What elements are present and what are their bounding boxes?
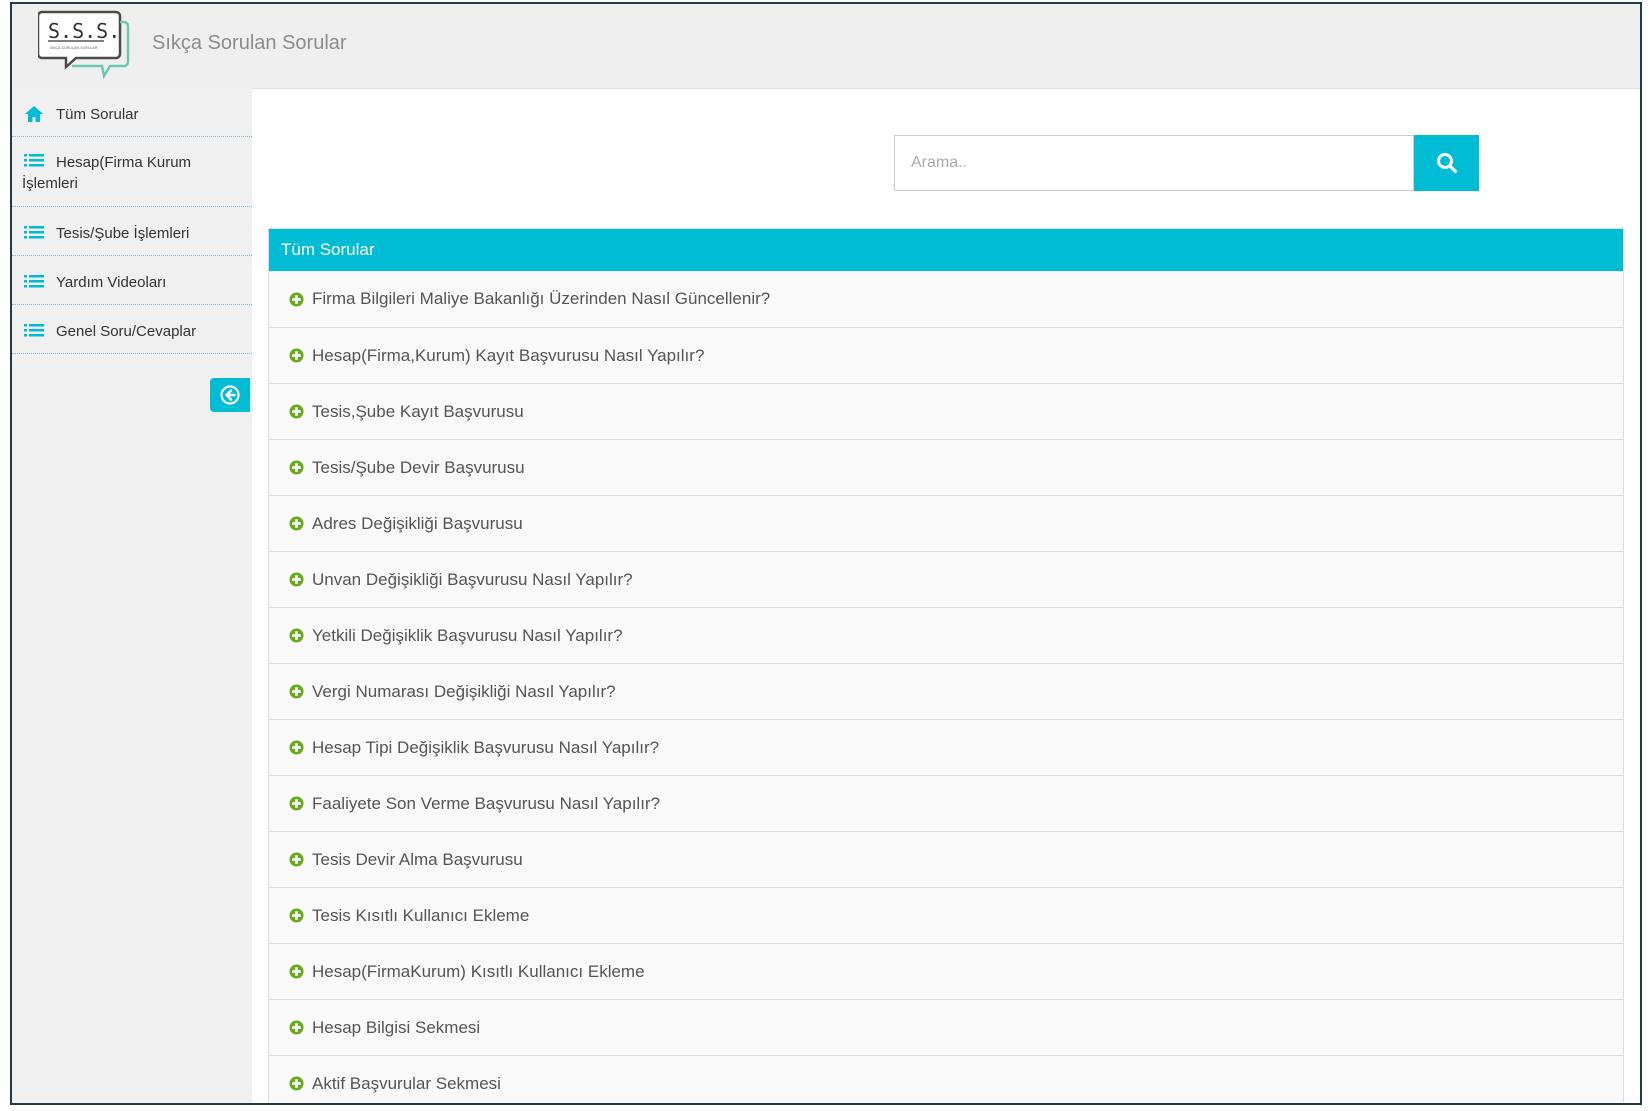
faq-item[interactable]: Faaliyete Son Verme Başvurusu Nasıl Yapı… <box>269 775 1623 831</box>
faq-question-text: Vergi Numarası Değişikliği Nasıl Yapılır… <box>312 681 616 701</box>
panel-title: Tüm Sorular <box>269 229 1623 271</box>
svg-text:SIKÇA SORULAN SORULAR: SIKÇA SORULAN SORULAR <box>50 46 98 50</box>
sidebar-item-label-line2: İşlemleri <box>22 175 78 192</box>
plus-circle-icon <box>289 572 304 587</box>
faq-question-text: Firma Bilgileri Maliye Bakanlığı Üzerind… <box>312 289 771 308</box>
sidebar-item-account-operations[interactable]: Hesap(Firma Kurum İşlemleri <box>12 137 252 207</box>
faq-question-text: Tesis,Şube Kayıt Başvurusu <box>312 401 524 421</box>
faq-item[interactable]: Hesap Tipi Değişiklik Başvurusu Nasıl Ya… <box>269 719 1623 775</box>
faq-item[interactable]: Tesis/Şube Devir Başvurusu <box>269 439 1623 495</box>
plus-circle-icon <box>289 1020 304 1035</box>
plus-circle-icon <box>289 1076 304 1091</box>
plus-circle-icon <box>289 628 304 643</box>
plus-circle-icon <box>289 404 304 419</box>
faq-item[interactable]: Tesis Devir Alma Başvurusu <box>269 831 1623 887</box>
plus-circle-icon <box>289 964 304 979</box>
faq-question-text: Hesap Bilgisi Sekmesi <box>312 1017 481 1037</box>
faq-question-text: Tesis Devir Alma Başvurusu <box>312 849 523 869</box>
list-icon <box>24 275 44 288</box>
faq-item[interactable]: Vergi Numarası Değişikliği Nasıl Yapılır… <box>269 663 1623 719</box>
sidebar-item-label: Genel Soru/Cevaplar <box>56 323 197 340</box>
faq-question-text: Unvan Değişikliği Başvurusu Nasıl Yapılı… <box>312 569 633 589</box>
faq-question-text: Adres Değişikliği Başvurusu <box>312 513 523 533</box>
sidebar-item-label: Tesis/Şube İşlemleri <box>56 225 190 242</box>
sidebar-item-help-videos[interactable]: Yardım Videoları <box>12 256 252 305</box>
search-icon <box>1436 153 1457 174</box>
plus-circle-icon <box>289 740 304 755</box>
list-icon <box>24 324 44 337</box>
sidebar-item-all-questions[interactable]: Tüm Sorular <box>12 88 252 137</box>
sidebar-item-facility-operations[interactable]: Tesis/Şube İşlemleri <box>12 207 252 256</box>
sidebar-item-label: Tüm Sorular <box>56 106 139 123</box>
sidebar: Tüm Sorular Hesap(Firma Kurum İşlemleri … <box>12 88 252 1103</box>
home-icon <box>25 106 43 122</box>
list-icon <box>24 154 44 167</box>
search-bar <box>894 135 1479 191</box>
faq-item[interactable]: Firma Bilgileri Maliye Bakanlığı Üzerind… <box>269 271 1623 327</box>
faq-panel: Tüm Sorular Firma Bilgileri Maliye Bakan… <box>268 228 1624 1103</box>
sidebar-item-general-qa[interactable]: Genel Soru/Cevaplar <box>12 305 252 354</box>
faq-question-text: Aktif Başvurular Sekmesi <box>312 1073 501 1093</box>
faq-list: Firma Bilgileri Maliye Bakanlığı Üzerind… <box>269 271 1623 1103</box>
search-button[interactable] <box>1414 135 1479 191</box>
faq-question-text: Hesap(Firma,Kurum) Kayıt Başvurusu Nasıl… <box>312 345 705 365</box>
app-title: Sıkça Sorulan Sorular <box>152 32 347 54</box>
plus-circle-icon <box>289 852 304 867</box>
plus-circle-icon <box>289 460 304 475</box>
faq-question-text: Tesis/Şube Devir Başvurusu <box>312 457 525 477</box>
faq-item[interactable]: Tesis,Şube Kayıt Başvurusu <box>269 383 1623 439</box>
faq-item[interactable]: Tesis Kısıtlı Kullanıcı Ekleme <box>269 887 1623 943</box>
faq-item[interactable]: Unvan Değişikliği Başvurusu Nasıl Yapılı… <box>269 551 1623 607</box>
arrow-left-circle-icon <box>220 385 240 405</box>
faq-item[interactable]: Hesap(Firma,Kurum) Kayıt Başvurusu Nasıl… <box>269 327 1623 383</box>
faq-question-text: Hesap(FirmaKurum) Kısıtlı Kullanıcı Ekle… <box>312 961 645 981</box>
sidebar-collapse-button[interactable] <box>210 378 250 412</box>
plus-circle-icon <box>289 796 304 811</box>
top-header: S.S.S. SIKÇA SORULAN SORULAR Sıkça Sorul… <box>12 4 1640 89</box>
faq-question-text: Yetkili Değişiklik Başvurusu Nasıl Yapıl… <box>312 625 623 645</box>
list-icon <box>24 226 44 239</box>
faq-item[interactable]: Yetkili Değişiklik Başvurusu Nasıl Yapıl… <box>269 607 1623 663</box>
plus-circle-icon <box>289 291 304 307</box>
app-frame: S.S.S. SIKÇA SORULAN SORULAR Sıkça Sorul… <box>10 2 1642 1105</box>
plus-circle-icon <box>289 908 304 923</box>
plus-circle-icon <box>289 348 304 363</box>
faq-question-text: Hesap Tipi Değişiklik Başvurusu Nasıl Ya… <box>312 737 660 757</box>
main-content: Tüm Sorular Firma Bilgileri Maliye Bakan… <box>252 88 1640 1103</box>
search-input[interactable] <box>894 135 1414 191</box>
faq-item[interactable]: Aktif Başvurular Sekmesi <box>269 1055 1623 1103</box>
faq-question-text: Faaliyete Son Verme Başvurusu Nasıl Yapı… <box>312 793 661 813</box>
sidebar-item-label: Hesap(Firma Kurum <box>56 154 192 171</box>
svg-text:S.S.S.: S.S.S. <box>48 19 120 43</box>
sss-logo-icon: S.S.S. SIKÇA SORULAN SORULAR <box>38 10 130 80</box>
faq-item[interactable]: Hesap(FirmaKurum) Kısıtlı Kullanıcı Ekle… <box>269 943 1623 999</box>
plus-circle-icon <box>289 516 304 531</box>
sidebar-item-label: Yardım Videoları <box>56 274 167 291</box>
faq-item[interactable]: Adres Değişikliği Başvurusu <box>269 495 1623 551</box>
plus-circle-icon <box>289 684 304 699</box>
faq-item[interactable]: Hesap Bilgisi Sekmesi <box>269 999 1623 1055</box>
faq-question-text: Tesis Kısıtlı Kullanıcı Ekleme <box>312 905 530 925</box>
